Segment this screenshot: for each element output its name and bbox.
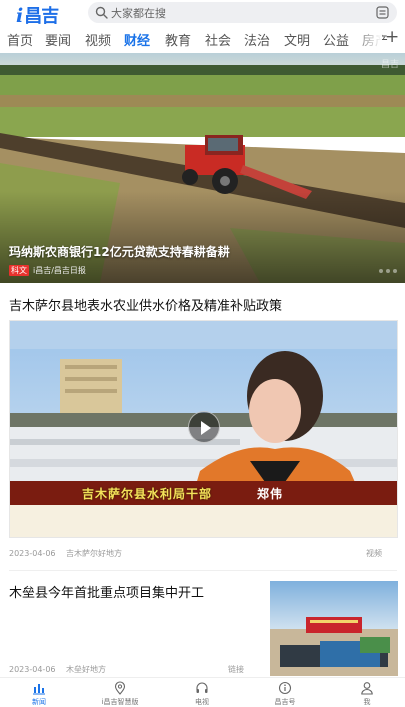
nav-label: i昌吉智慧版 [101, 698, 139, 706]
tab-civility[interactable]: 文明 [284, 30, 310, 49]
info-circle-icon [278, 681, 292, 695]
tab-society[interactable]: 社会 [205, 30, 231, 49]
tab-charity[interactable]: 公益 [323, 30, 349, 49]
location-pin-icon [114, 681, 126, 695]
video-thumbnail[interactable]: 吉木萨尔县水利局干部 郑伟 [9, 320, 398, 538]
bar-chart-icon [33, 684, 45, 695]
search-placeholder: 大家都在搜 [111, 7, 166, 20]
carousel-indicator [379, 269, 397, 273]
nav-label: 新闻 [32, 698, 46, 706]
article-source: 木垒好地方 [66, 665, 107, 674]
carousel-dot [379, 269, 383, 273]
logo-text: 昌吉 [24, 6, 59, 27]
article-date: 2023-04-06 [9, 549, 56, 558]
user-icon [361, 682, 373, 695]
article-type: 链接 [228, 665, 244, 674]
video-caption-name: 郑伟 [257, 487, 284, 501]
article-date: 2023-04-06 [9, 665, 56, 674]
category-tabs: 首页 要闻 视频 财经 教育 社会 法治 文明 公益 房产 + [0, 27, 405, 53]
nav-changji-account[interactable]: 昌吉号 [250, 681, 320, 707]
app-header: i 昌吉 大家都在搜 [0, 0, 405, 27]
tab-law[interactable]: 法治 [244, 30, 270, 49]
nav-label: 昌吉号 [274, 698, 296, 706]
tab-education[interactable]: 教育 [165, 30, 191, 49]
carousel-dot [393, 269, 397, 273]
tab-news[interactable]: 要闻 [45, 30, 71, 49]
search-bar[interactable]: 大家都在搜 [88, 2, 397, 23]
nav-label: 我 [363, 698, 371, 706]
nav-tv[interactable]: 电视 [167, 681, 237, 707]
video-caption: 吉木萨尔县水利局干部 [82, 487, 213, 501]
article-meta: 2023-04-06 木垒好地方 [9, 664, 114, 675]
article-title[interactable]: 吉木萨尔县地表水农业供水价格及精准补贴政策 [9, 295, 282, 314]
tab-home[interactable]: 首页 [7, 30, 33, 49]
article-title[interactable]: 木垒县今年首批重点项目集中开工 [9, 582, 204, 601]
article-thumbnail[interactable] [270, 581, 398, 676]
hero-badge: 科文 [9, 265, 29, 276]
hero-source: i昌吉/昌吉日报 [33, 266, 86, 275]
tab-finance[interactable]: 财经 [124, 30, 150, 49]
bottom-nav: 新闻 i昌吉智慧版 电视 昌吉号 我 [0, 677, 405, 707]
search-icon [95, 6, 108, 19]
add-tab-icon[interactable]: + [385, 27, 399, 47]
app-logo[interactable]: i 昌吉 [16, 2, 59, 27]
hero-watermark: 昌吉 [380, 60, 399, 70]
divider [9, 570, 397, 571]
article-thumbnail-image [270, 581, 398, 676]
nav-label: 电视 [195, 698, 209, 706]
play-icon[interactable] [188, 411, 220, 443]
nav-news[interactable]: 新闻 [4, 681, 74, 707]
hero-meta: 科文 i昌吉/昌吉日报 [9, 265, 86, 276]
tabs-fade [352, 27, 382, 53]
tab-video[interactable]: 视频 [85, 30, 111, 49]
article-source: 吉木萨尔好地方 [66, 549, 123, 558]
article-meta: 2023-04-06 吉木萨尔好地方 [9, 548, 130, 559]
hero-title: 玛纳斯农商银行12亿元贷款支持春耕备耕 [9, 245, 230, 259]
headphones-icon [196, 682, 208, 693]
article-type: 视频 [366, 549, 382, 558]
nav-smart-edition[interactable]: i昌吉智慧版 [85, 681, 155, 707]
nav-me[interactable]: 我 [332, 681, 402, 707]
hero-banner[interactable]: 昌吉 玛纳斯农商银行12亿元贷款支持春耕备耕 科文 i昌吉/昌吉日报 [0, 53, 405, 283]
scan-icon[interactable] [376, 6, 389, 19]
logo-i: i [16, 5, 24, 27]
carousel-dot [386, 269, 390, 273]
